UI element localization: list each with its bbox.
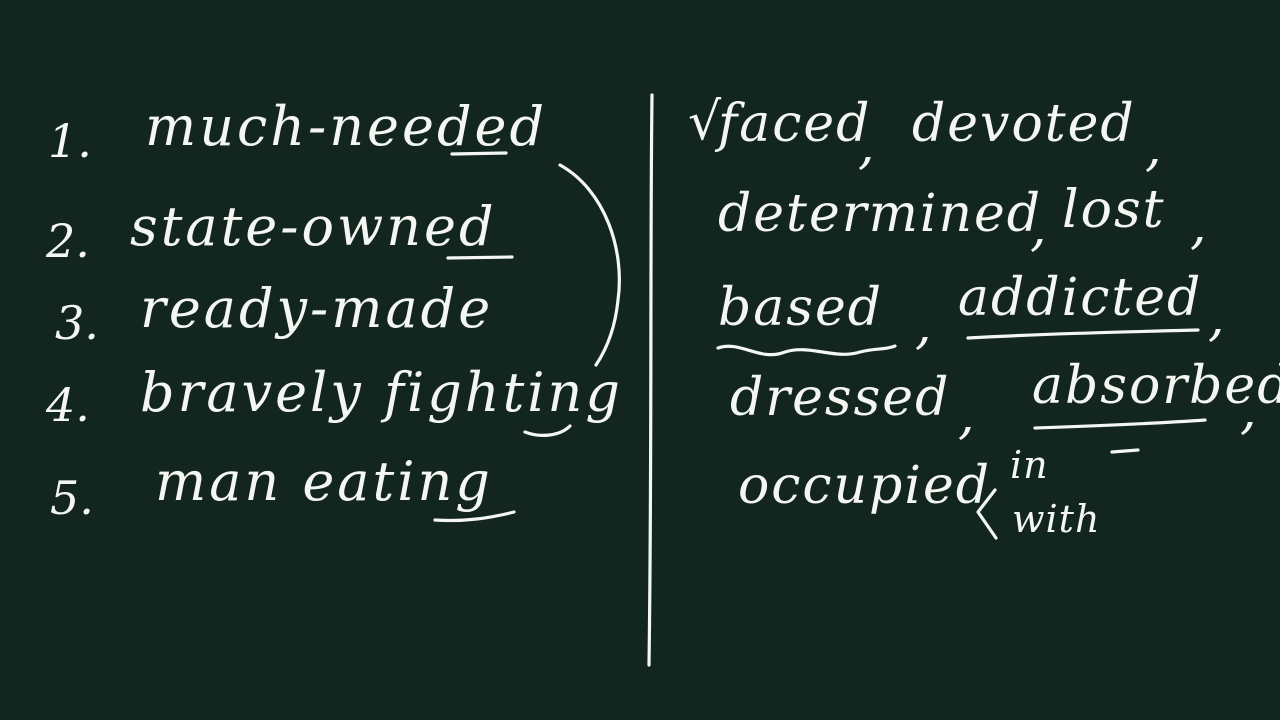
- comma-3: ,: [1030, 198, 1049, 258]
- divider-line: [647, 93, 654, 667]
- word-lost: lost: [1062, 180, 1166, 240]
- comma-8: ,: [1240, 381, 1259, 441]
- word-addicted: addicted: [958, 268, 1203, 328]
- comma-7: ,: [958, 386, 977, 446]
- underline-fighting: [523, 424, 572, 437]
- word-faced: faced: [718, 94, 872, 154]
- list-number-2: 2.: [46, 214, 90, 268]
- list-number-5: 5.: [50, 471, 94, 525]
- word-dressed: dressed: [730, 368, 951, 428]
- word-based: based: [718, 278, 884, 338]
- list-phrase-2: state-owned: [130, 195, 497, 258]
- word-with: with: [1012, 497, 1101, 541]
- word-in: in: [1010, 443, 1049, 487]
- word-devoted: devoted: [912, 94, 1136, 154]
- group-bracket: [558, 163, 621, 367]
- chalkboard: 1. much-needed 2. state-owned 3. ready-m…: [0, 0, 1280, 720]
- list-number-1: 1.: [48, 114, 92, 168]
- list-phrase-1: much-needed: [145, 95, 548, 158]
- list-phrase-5: man eating: [155, 450, 493, 513]
- comma-1: ,: [858, 116, 877, 176]
- comma-4: ,: [1190, 196, 1209, 256]
- list-phrase-4: bravely fighting: [140, 361, 623, 424]
- underline-addicted: [966, 328, 1200, 340]
- underline-absorbed: [1033, 418, 1207, 430]
- underline-based: [716, 344, 897, 357]
- list-phrase-3: ready-made: [140, 277, 494, 340]
- comma-6: ,: [1208, 288, 1227, 348]
- list-number-4: 4.: [46, 378, 90, 432]
- comma-2: ,: [1145, 118, 1164, 178]
- dash-mark: [1110, 448, 1140, 454]
- list-number-3: 3.: [55, 296, 99, 350]
- underline-eating: [433, 510, 516, 523]
- word-determined: determined: [718, 184, 1043, 244]
- comma-5: ,: [915, 296, 934, 356]
- word-occupied: occupied: [738, 456, 992, 516]
